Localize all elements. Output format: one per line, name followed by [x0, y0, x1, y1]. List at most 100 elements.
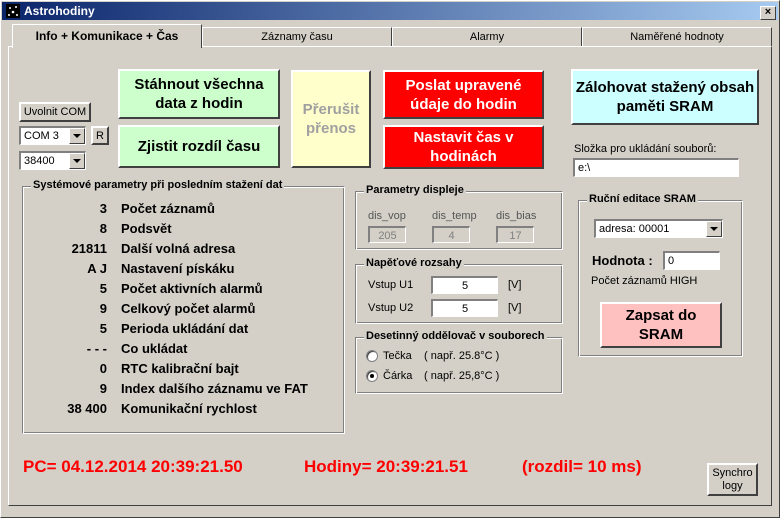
app-icon: [6, 4, 20, 18]
system-param-label: Počet záznamů: [121, 201, 215, 216]
tab-namerene-hodnoty[interactable]: Naměřené hodnoty: [582, 27, 772, 47]
abort-transfer-label: Přerušit přenos: [302, 101, 360, 137]
system-param-label: RTC kalibrační bajt: [121, 361, 239, 376]
system-param-value: 0: [99, 361, 107, 376]
sram-edit-title: Ruční editace SRAM: [587, 193, 698, 205]
close-icon: ×: [764, 6, 772, 18]
system-param-value: A J: [87, 261, 107, 276]
refresh-ports-button[interactable]: R: [91, 126, 109, 145]
dis-temp-value: 4: [448, 230, 455, 242]
dis-vop-label: dis_vop: [368, 210, 406, 222]
baud-rate-select[interactable]: 38400: [19, 151, 86, 170]
chevron-down-icon[interactable]: [69, 128, 85, 144]
chevron-down-icon[interactable]: [706, 221, 722, 237]
write-sram-label: Zapsat do SRAM: [625, 307, 697, 343]
window-title: Astrohodiny: [24, 4, 95, 18]
decimal-separator-group: Desetinný oddělovač v souborech Tečka ( …: [355, 330, 563, 394]
u1-input[interactable]: 5: [431, 276, 498, 294]
tab-zaznamy-casu[interactable]: Záznamy času: [202, 27, 392, 47]
tab-label: Alarmy: [469, 31, 505, 43]
save-folder-label: Složka pro ukládání souborů:: [574, 143, 717, 155]
tab-alarmy[interactable]: Alarmy: [392, 27, 582, 47]
radio-comma-label[interactable]: Čárka: [383, 370, 412, 382]
sram-address-value: adresa: 00001: [599, 223, 670, 235]
u2-value: 5: [461, 303, 469, 315]
tab-label: Info + Komunikace + Čas: [35, 29, 179, 43]
dis-temp-field: 4: [432, 226, 470, 243]
set-time-label: Nastavit čas v hodinách: [413, 129, 514, 165]
dis-vop-value: 205: [378, 230, 397, 242]
u1-value: 5: [461, 280, 469, 292]
tab-label: Naměřené hodnoty: [630, 31, 724, 43]
close-button[interactable]: ×: [760, 6, 776, 20]
u2-label: Vstup U2: [368, 302, 414, 314]
tab-label: Záznamy času: [261, 31, 333, 43]
system-param-label: Co ukládat: [121, 341, 188, 356]
system-param-label: Index dalšího záznamu ve FAT: [121, 381, 308, 396]
save-folder-input[interactable]: e:\: [573, 158, 739, 177]
system-param-value: - - -: [86, 341, 107, 356]
dis-temp-label: dis_temp: [432, 210, 477, 222]
radio-dot[interactable]: [366, 350, 378, 362]
system-param-value: 3: [99, 201, 107, 216]
sram-value-label: Hodnota :: [592, 253, 653, 268]
baud-rate-value: 38400: [24, 155, 55, 167]
sram-value: 0: [668, 255, 675, 267]
title-bar[interactable]: Astrohodiny ×: [2, 2, 778, 20]
download-all-label: Stáhnout všechna data z hodin: [134, 76, 264, 112]
system-param-label: Komunikační rychlost: [121, 401, 257, 416]
com-port-select[interactable]: COM 3: [19, 126, 86, 145]
system-param-value: 21811: [71, 241, 107, 256]
chevron-down-icon[interactable]: [69, 153, 85, 169]
system-param-value: 5: [99, 321, 107, 336]
system-param-value: 9: [99, 301, 107, 316]
send-data-button[interactable]: Poslat upravené údaje do hodin: [383, 70, 544, 119]
time-diff-button[interactable]: Zjistit rozdíl času: [118, 125, 280, 168]
dis-bias-field: 17: [496, 226, 534, 243]
display-params-group: Parametry displeje dis_vop dis_temp dis_…: [355, 184, 563, 250]
download-all-button[interactable]: Stáhnout všechna data z hodin: [118, 69, 280, 119]
sram-edit-group: Ruční editace SRAM adresa: 00001 Hodnota…: [578, 193, 743, 357]
system-param-label: Další volná adresa: [121, 241, 236, 256]
sram-value-description: Počet záznamů HIGH: [591, 275, 698, 287]
refresh-label: R: [96, 129, 104, 142]
abort-transfer-button: Přerušit přenos: [291, 70, 371, 168]
time-diff-label: Zjistit rozdíl času: [137, 138, 261, 155]
system-param-value: 9: [99, 381, 107, 396]
system-param-label: Nastavení pískáku: [121, 261, 235, 276]
voltage-ranges-title: Napěťové rozsahy: [364, 257, 464, 269]
backup-sram-label: Zálohovat stažený obsah paměti SRAM: [575, 79, 755, 115]
tab-info-komunikace-cas[interactable]: Info + Komunikace + Čas: [12, 24, 202, 48]
u2-input[interactable]: 5: [431, 299, 498, 317]
set-time-button[interactable]: Nastavit čas v hodinách: [383, 125, 544, 169]
send-data-label: Poslat upravené údaje do hodin: [405, 76, 522, 113]
sram-value-input[interactable]: 0: [663, 251, 720, 270]
system-param-label: Podsvět: [121, 221, 172, 236]
synchro-logs-label: Synchro logy: [712, 466, 753, 492]
dis-bias-label: dis_bias: [496, 210, 537, 222]
system-param-value: 5: [99, 281, 107, 296]
voltage-ranges-group: Napěťové rozsahy Vstup U1 5 [V] Vstup U2…: [355, 257, 563, 324]
dis-vop-field: 205: [368, 226, 406, 243]
backup-sram-button[interactable]: Zálohovat stažený obsah paměti SRAM: [571, 69, 759, 125]
dis-bias-value: 17: [509, 230, 522, 242]
com-port-value: COM 3: [24, 130, 59, 142]
system-param-label: Počet aktivních alarmů: [121, 281, 263, 296]
save-folder-value: e:\: [578, 162, 591, 174]
radio-comma[interactable]: [366, 370, 378, 382]
radio-dot-label[interactable]: Tečka: [383, 350, 412, 362]
system-param-value: 38 400: [67, 401, 107, 416]
write-sram-button[interactable]: Zapsat do SRAM: [600, 302, 722, 348]
synchro-logs-button[interactable]: Synchro logy: [707, 463, 758, 496]
system-param-label: Celkový počet alarmů: [121, 301, 256, 316]
u1-label: Vstup U1: [368, 279, 414, 291]
radio-comma-example: ( např. 25,8°C ): [424, 370, 500, 382]
pc-time-status: PC= 04.12.2014 20:39:21.50: [23, 457, 243, 476]
system-param-value: 8: [99, 221, 107, 236]
release-com-button[interactable]: Uvolnit COM: [19, 102, 91, 122]
u2-unit: [V]: [508, 302, 522, 314]
sram-address-select[interactable]: adresa: 00001: [594, 219, 723, 238]
decimal-separator-title: Desetinný oddělovač v souborech: [364, 330, 547, 342]
clock-time-status: Hodiny= 20:39:21.51: [304, 457, 468, 476]
radio-dot-example: ( např. 25.8°C ): [424, 350, 500, 362]
